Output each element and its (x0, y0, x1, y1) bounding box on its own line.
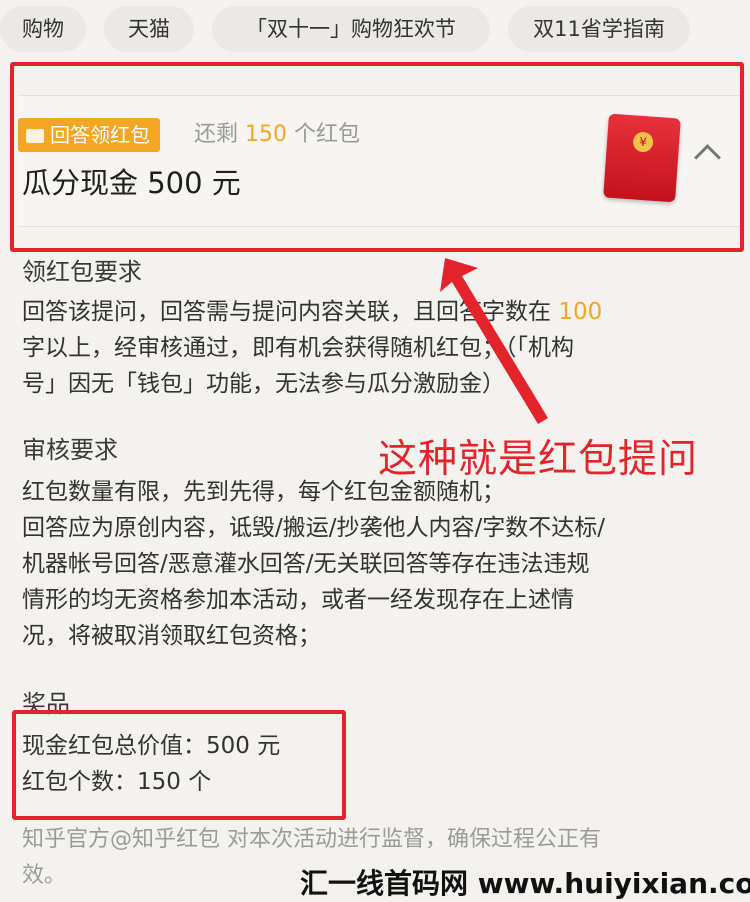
annotation-text: 这种就是红包提问 (378, 437, 699, 482)
arrow-shape (440, 258, 548, 424)
site-watermark: 汇一线首码网 www.huiyixian.com (300, 867, 750, 900)
